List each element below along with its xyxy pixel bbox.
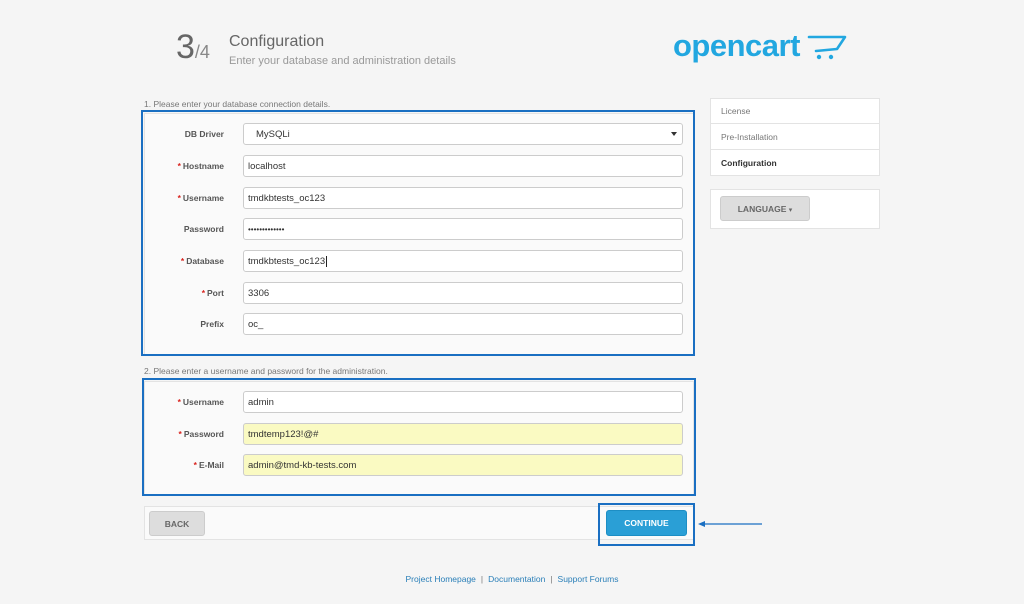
page-title: Configuration <box>229 33 325 50</box>
prefix-label: Prefix <box>200 319 224 329</box>
step-indicator: 3/4 <box>176 30 210 64</box>
hostname-label: * Hostname <box>177 161 224 171</box>
admin-section-label: 2. Please enter a username and password … <box>144 366 388 376</box>
caret-down-icon: ▾ <box>788 207 793 214</box>
admin-email-input[interactable]: admin@tmd-kb-tests.com <box>243 454 683 476</box>
continue-button[interactable]: CONTINUE <box>606 510 687 536</box>
port-label: * Port <box>201 288 224 298</box>
admin-password-label: * Password <box>178 429 224 439</box>
step-total: /4 <box>194 42 210 62</box>
db-username-input[interactable]: tmdkbtests_oc123 <box>243 187 683 209</box>
step-current: 3 <box>176 28 195 66</box>
admin-username-input[interactable]: admin <box>243 391 683 413</box>
cart-icon <box>807 35 847 60</box>
db-driver-label: DB Driver <box>184 129 224 139</box>
db-password-input[interactable]: ••••••••••••• <box>243 218 683 240</box>
chevron-down-icon <box>671 132 677 136</box>
back-button[interactable]: BACK <box>149 511 205 536</box>
step-configuration[interactable]: Configuration <box>711 150 879 176</box>
admin-username-label: * Username <box>177 397 224 407</box>
db-username-label: * Username <box>177 193 224 203</box>
footer-separator: | <box>550 574 553 584</box>
port-input[interactable]: 3306 <box>243 282 683 304</box>
db-driver-select[interactable]: MySQLi <box>243 123 683 145</box>
support-forums-link[interactable]: Support Forums <box>558 574 619 584</box>
pointer-arrow-icon <box>698 521 762 527</box>
hostname-input[interactable]: localhost <box>243 155 683 177</box>
step-license[interactable]: License <box>711 98 879 124</box>
database-input[interactable]: tmdkbtests_oc123 <box>243 250 683 272</box>
prefix-input[interactable]: oc_ <box>243 313 683 335</box>
admin-email-label: * E-Mail <box>193 460 224 470</box>
admin-password-input[interactable]: tmdtemp123!@# <box>243 423 683 445</box>
project-homepage-link[interactable]: Project Homepage <box>406 574 476 584</box>
step-pre-installation[interactable]: Pre-Installation <box>711 124 879 150</box>
db-password-label: Password <box>183 224 224 234</box>
text-cursor <box>326 256 328 267</box>
logo-text: opencart <box>673 28 800 63</box>
page-subtitle: Enter your database and administration d… <box>229 55 456 67</box>
db-section-label: 1. Please enter your database connection… <box>144 99 331 109</box>
footer-separator: | <box>480 574 484 584</box>
opencart-logo: opencart <box>673 28 847 70</box>
documentation-link[interactable]: Documentation <box>488 574 545 584</box>
language-button[interactable]: LANGUAGE ▾ <box>720 196 810 221</box>
database-label: * Database <box>180 256 224 266</box>
footer: Project Homepage | Documentation | Support F… <box>0 574 1024 584</box>
